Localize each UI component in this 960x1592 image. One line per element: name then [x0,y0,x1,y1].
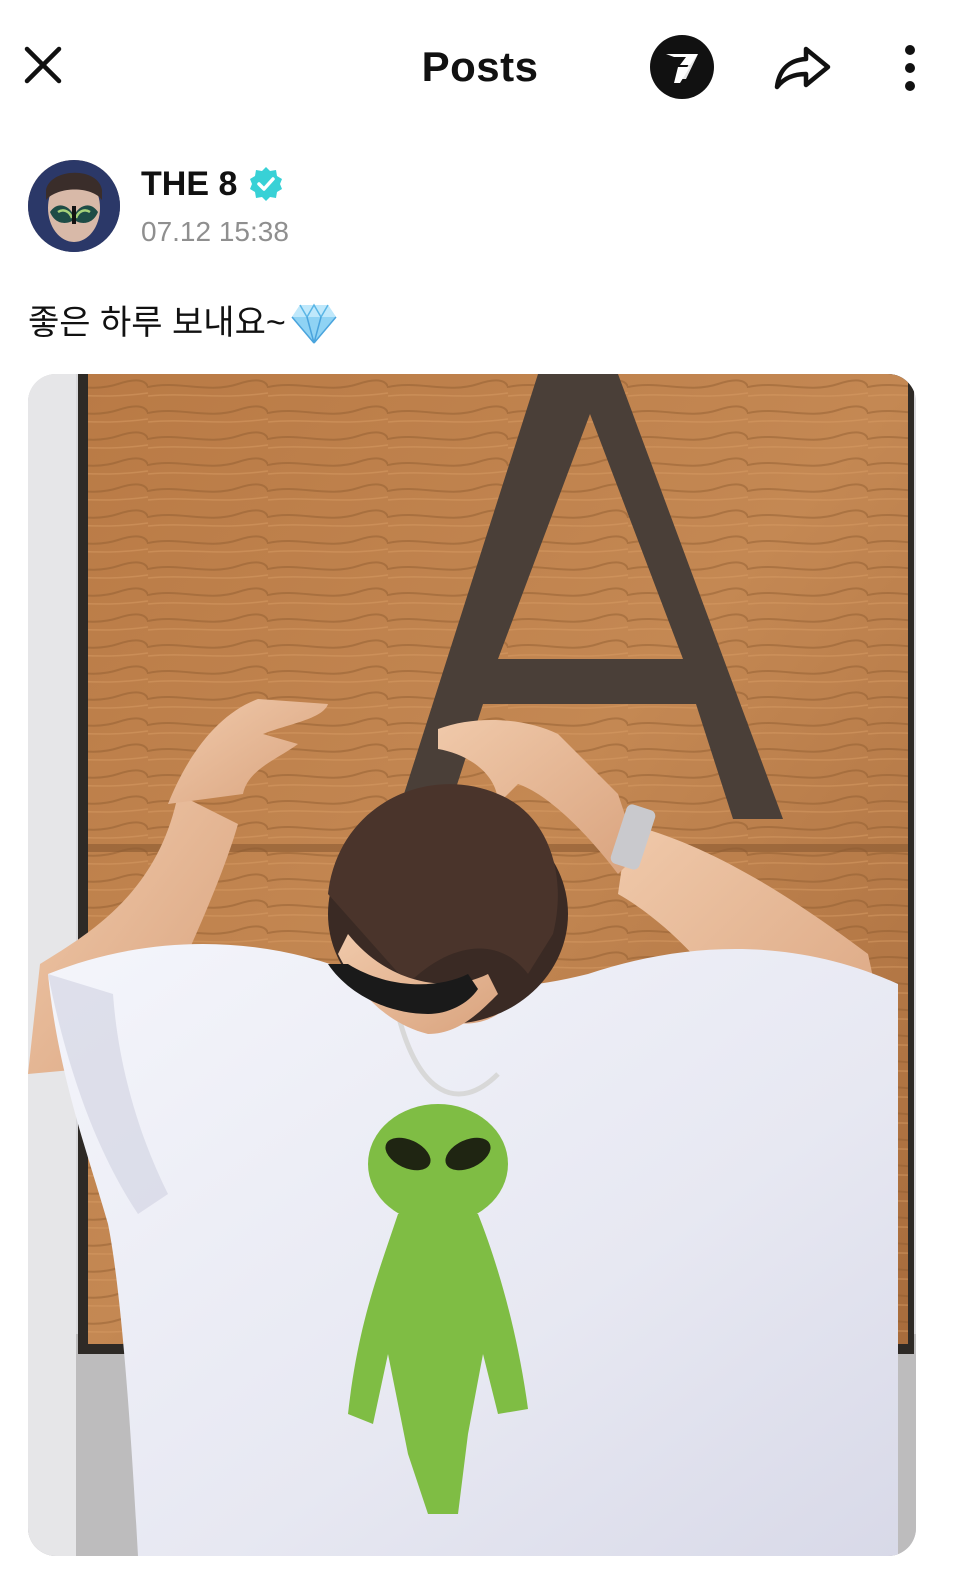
share-icon [774,46,831,90]
author-name[interactable]: THE 8 [141,162,237,206]
seventeen-logo-button[interactable] [650,35,714,99]
post-timestamp: 07.12 15:38 [141,216,289,247]
more-vertical-icon [905,45,915,55]
seventeen-logo-icon [666,54,698,83]
post-photo[interactable] [28,374,916,1556]
avatar[interactable] [28,160,120,252]
post-photo-image [28,374,916,1556]
avatar-image [28,160,120,252]
post-text: 좋은 하루 보내요~ [28,300,338,346]
post-author: THE 8 07.12 15:38 [28,160,928,256]
diamond-icon [291,303,337,344]
top-bar: Posts [0,0,960,130]
post-text-body: 좋은 하루 보내요~ [28,304,286,342]
verified-badge-icon [250,167,282,201]
more-options-button[interactable] [888,38,932,98]
share-button[interactable] [770,36,834,100]
